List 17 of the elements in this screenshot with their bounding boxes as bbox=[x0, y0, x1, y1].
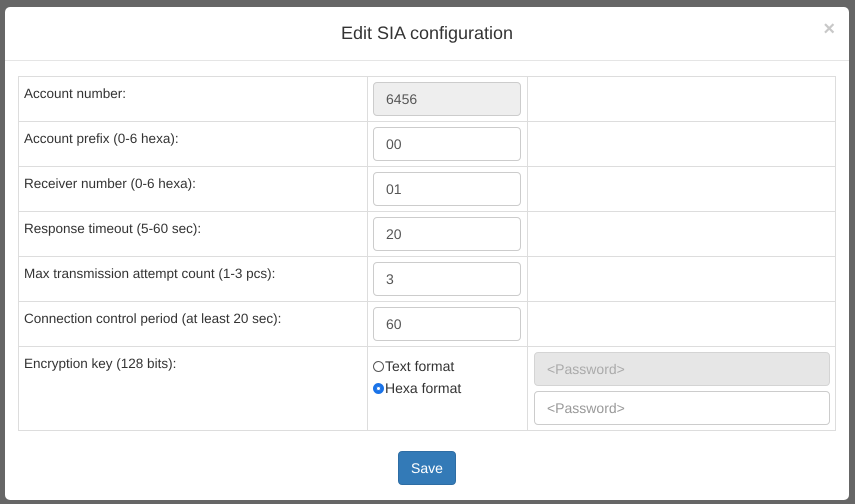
field-label: Encryption key (128 bits): bbox=[24, 356, 176, 371]
save-button[interactable]: Save bbox=[398, 451, 456, 485]
input-field[interactable]: 60 bbox=[373, 307, 521, 341]
field-label: Connection control period (at least 20 sec): bbox=[24, 311, 282, 326]
password-field[interactable]: <Password> bbox=[534, 391, 830, 425]
input-field[interactable]: 00 bbox=[373, 127, 521, 161]
input-field[interactable]: 01 bbox=[373, 172, 521, 206]
modal-title: Edit SIA configuration bbox=[340, 23, 514, 44]
field-label: Max transmission attempt count (1-3 pcs): bbox=[24, 266, 276, 281]
radio-option[interactable]: Text format bbox=[373, 355, 522, 377]
field-label: Response timeout (5-60 sec): bbox=[24, 221, 202, 236]
field-label: Receiver number (0-6 hexa): bbox=[24, 176, 196, 191]
field-label: Account prefix (0-6 hexa): bbox=[24, 131, 179, 146]
input-field[interactable]: 3 bbox=[373, 262, 521, 296]
field-label: Account number: bbox=[24, 86, 126, 101]
input-field[interactable]: 20 bbox=[373, 217, 521, 251]
radio-option[interactable]: Hexa format bbox=[373, 377, 522, 399]
